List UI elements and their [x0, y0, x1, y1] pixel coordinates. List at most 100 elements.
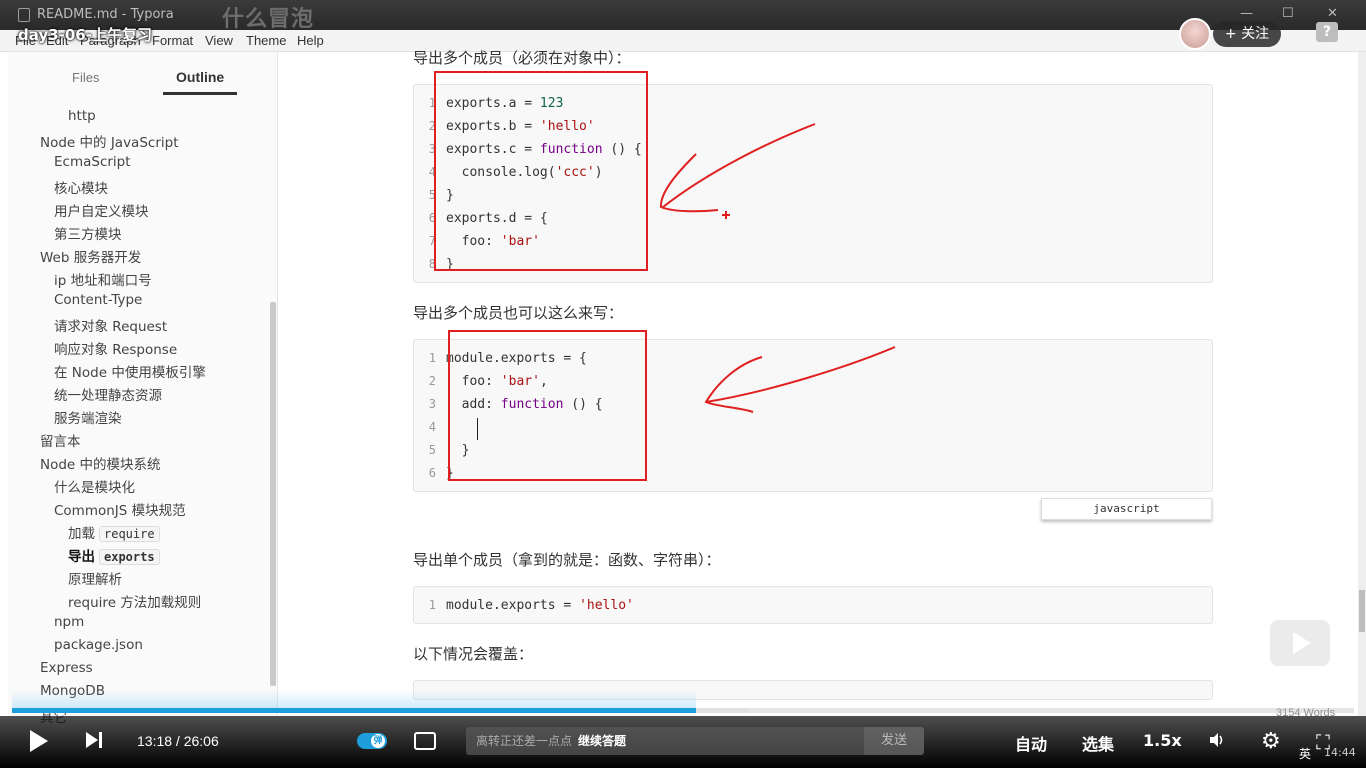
outline-item[interactable]: 用户自定义模块 — [54, 200, 149, 220]
annotation-arrow-2 — [704, 346, 896, 413]
outline-item-label: Node 中的 JavaScript — [40, 135, 179, 151]
ime-language[interactable]: 英 — [1299, 745, 1311, 762]
outline-item[interactable]: 请求对象 Request — [54, 315, 167, 335]
outline-item-code: require — [99, 526, 160, 542]
outline-item[interactable]: http — [68, 108, 96, 124]
line-number: 7 — [428, 234, 436, 248]
code-block-3[interactable]: 1 module.exports = 'hello' — [413, 586, 1213, 624]
outline-item-label: Express — [40, 660, 93, 676]
help-icon[interactable]: ? — [1316, 22, 1338, 42]
outline-item[interactable]: 核心模块 — [54, 177, 108, 197]
speed-button[interactable]: 1.5x — [1143, 731, 1182, 750]
annotation-arrow-1 — [659, 123, 816, 219]
screen: README.md - Typora 什么冒泡 — ☐ ✕ File Edit … — [0, 0, 1366, 768]
danmaku-input[interactable]: 离转正还差一点点 继续答题 — [466, 727, 864, 755]
tab-files[interactable]: Files — [72, 70, 99, 85]
menu-help[interactable]: Help — [297, 33, 324, 48]
current-time: 13:18 — [137, 733, 173, 749]
outline-item-label: require 方法加载规则 — [68, 595, 202, 611]
editor-scrollbar[interactable] — [1358, 52, 1366, 716]
line-number: 1 — [428, 96, 436, 110]
outline-item[interactable]: npm — [54, 614, 84, 630]
follow-button[interactable]: + 关注 — [1213, 21, 1281, 47]
outline-item-label: 在 Node 中使用模板引擎 — [54, 365, 206, 381]
sidebar-scrollbar[interactable] — [270, 302, 276, 686]
outline-item[interactable]: 统一处理静态资源 — [54, 384, 162, 404]
send-button[interactable]: 发送 — [864, 727, 924, 755]
outline-item[interactable]: CommonJS 模块规范 — [54, 499, 186, 519]
outline-item[interactable]: Content-Type — [54, 292, 142, 308]
outline-item[interactable]: Express — [40, 660, 93, 676]
next-icon-bar — [99, 732, 102, 748]
outline-item[interactable]: require 方法加载规则 — [68, 591, 201, 611]
duration: 26:06 — [183, 733, 219, 749]
paragraph-export-alt: 导出多个成员也可以这么来写： — [413, 304, 624, 322]
volume-icon[interactable] — [1208, 731, 1226, 749]
outline-item[interactable]: Web 服务器开发 — [40, 246, 141, 266]
outline-item[interactable]: 原理解析 — [68, 568, 122, 588]
line-number: 6 — [428, 211, 436, 225]
maximize-icon[interactable]: ☐ — [1282, 6, 1294, 21]
code-line[interactable]: 1 module.exports = 'hello' — [414, 595, 1212, 618]
line-number: 1 — [428, 351, 436, 365]
clock: 14:44 — [1324, 746, 1356, 759]
editor-scrollbar-thumb[interactable] — [1359, 590, 1365, 632]
outline-item-label: EcmaScript — [54, 154, 131, 170]
outline-item[interactable]: 在 Node 中使用模板引擎 — [54, 361, 206, 381]
outline-item[interactable]: EcmaScript — [54, 154, 131, 170]
menu-theme[interactable]: Theme — [246, 33, 286, 48]
outline-item-label: 原理解析 — [68, 572, 122, 588]
outline-item[interactable]: 导出 exports — [68, 545, 160, 565]
editor[interactable]: 导出多个成员（必须在对象中）： 1 exports.a = 123 2 exports… — [278, 49, 1358, 719]
outline-item[interactable]: 响应对象 Response — [54, 338, 177, 358]
outline-item-label: 核心模块 — [54, 181, 108, 197]
outline-item[interactable]: 留言本 — [40, 430, 81, 450]
auto-quality-button[interactable]: 自动 — [1015, 731, 1047, 755]
outline-item-label: 响应对象 Response — [54, 342, 178, 358]
paragraph-override: 以下情况会覆盖： — [413, 645, 534, 663]
play-pause-icon[interactable] — [30, 730, 48, 752]
outline-item-label: 用户自定义模块 — [54, 204, 149, 220]
settings-icon[interactable]: ⚙ — [1261, 729, 1281, 754]
active-tab-indicator — [163, 92, 237, 95]
window-title: README.md - Typora — [37, 7, 174, 22]
menu-view[interactable]: View — [205, 33, 233, 48]
video-overlay-title: 什么冒泡 — [222, 7, 315, 32]
line-number: 2 — [428, 119, 436, 133]
tab-outline[interactable]: Outline — [176, 69, 224, 85]
code-language-input[interactable]: javascript — [1041, 498, 1212, 520]
danmaku-settings-icon[interactable] — [414, 732, 436, 750]
outline-item-label: 请求对象 Request — [54, 319, 168, 335]
outline-item[interactable]: ip 地址和端口号 — [54, 269, 152, 289]
outline-item[interactable]: Node 中的模块系统 — [40, 453, 161, 473]
line-number: 8 — [428, 257, 436, 271]
outline-item-label: CommonJS 模块规范 — [54, 503, 186, 519]
outline-item-label: 服务端渲染 — [54, 411, 122, 427]
outline-item-label: ip 地址和端口号 — [54, 273, 152, 289]
progress-played[interactable] — [12, 708, 696, 713]
danmaku-action[interactable]: 继续答题 — [578, 734, 626, 748]
line-number: 4 — [428, 420, 436, 434]
outline-item[interactable]: 第三方模块 — [54, 223, 122, 243]
outline-item-code: exports — [99, 549, 160, 565]
menu-format[interactable]: Format — [152, 33, 193, 48]
player-controls: 13:18 / 26:06 弹 离转正还差一点点 继续答题 发送 自动 选集 1.… — [0, 716, 1366, 768]
outline-item[interactable]: 服务端渲染 — [54, 407, 122, 427]
minimize-icon[interactable]: — — [1240, 6, 1253, 21]
sidebar-tabs: Files Outline — [8, 52, 278, 100]
outline-item[interactable]: 什么是模块化 — [54, 476, 135, 496]
outline-item[interactable]: Node 中的 JavaScript — [40, 131, 179, 151]
outline-item-label: 统一处理静态资源 — [54, 388, 162, 404]
danmaku-toggle[interactable]: 弹 — [357, 733, 387, 749]
outline-item[interactable]: 加载 require — [68, 522, 160, 542]
annotation-box-1 — [434, 71, 648, 271]
close-icon[interactable]: ✕ — [1327, 6, 1338, 21]
overlay-play-button[interactable] — [1270, 620, 1330, 666]
outline-item[interactable]: package.json — [54, 637, 143, 653]
episodes-button[interactable]: 选集 — [1082, 731, 1114, 755]
next-icon[interactable] — [86, 732, 98, 748]
lesson-title: day3-06-上午复习 — [18, 26, 152, 44]
code-text: module.exports = 'hello' — [446, 598, 634, 613]
uploader-avatar[interactable] — [1179, 18, 1211, 50]
sidebar: Files Outline http Node 中的 JavaScript Ecma… — [8, 52, 278, 726]
